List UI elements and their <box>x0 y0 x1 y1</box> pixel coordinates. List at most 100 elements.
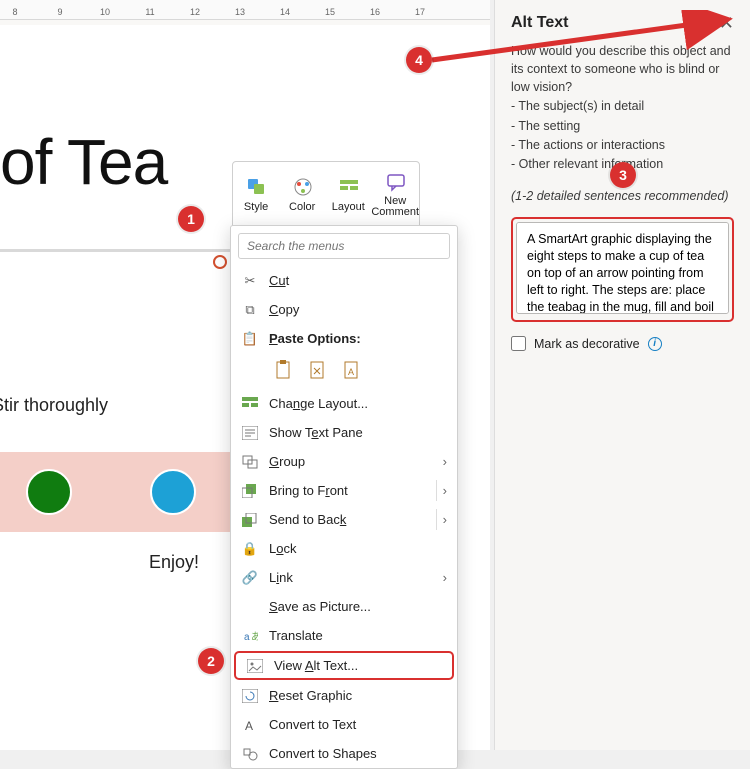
lock-label: Lock <box>269 541 447 556</box>
reset-label: Reset Graphic <box>269 688 447 703</box>
page-title: of Tea <box>0 125 167 199</box>
alt-text-textarea[interactable] <box>516 222 729 314</box>
mini-toolbar: Style Color Layout New Comment <box>232 161 420 229</box>
callout-3: 3 <box>610 162 636 188</box>
convert-shapes-label: Convert to Shapes <box>269 746 447 761</box>
callout-1: 1 <box>178 206 204 232</box>
ruler-num: 10 <box>100 7 110 17</box>
step-circle-green <box>26 469 72 515</box>
send-back-label: Send to Back <box>269 512 436 527</box>
layout-label: Layout <box>332 201 365 213</box>
svg-text:a: a <box>244 632 250 643</box>
heading-divider <box>0 249 230 252</box>
convert-to-shapes-item[interactable]: Convert to Shapes <box>231 739 457 768</box>
smartart-diagram[interactable]: Stir thoroughly Enjoy! <box>0 370 230 570</box>
paste-merge-button[interactable] <box>305 357 329 383</box>
svg-text:あ: あ <box>251 631 258 643</box>
submenu-arrow-icon: › <box>443 570 447 585</box>
send-to-back-item[interactable]: Send to Back › <box>231 505 457 534</box>
color-button[interactable]: Color <box>279 162 325 228</box>
convert-to-text-item[interactable]: A Convert to Text <box>231 710 457 739</box>
group-label: Group <box>269 454 443 469</box>
ruler-num: 13 <box>235 7 245 17</box>
annotation-arrow <box>418 10 738 70</box>
group-item[interactable]: Group › <box>231 447 457 476</box>
ruler-num: 11 <box>145 7 154 17</box>
alt-text-hint: (1-2 detailed sentences recommended) <box>511 187 734 205</box>
ruler-num: 16 <box>370 7 380 17</box>
copy-label: Copy <box>269 302 447 317</box>
translate-icon: aあ <box>241 627 259 645</box>
paste-text-only-button[interactable]: A <box>339 357 363 383</box>
cut-icon: ✂ <box>241 272 259 290</box>
translate-item[interactable]: aあ Translate <box>231 621 457 650</box>
save-as-picture-item[interactable]: Save as Picture... <box>231 592 457 621</box>
mark-decorative-row: Mark as decorative i <box>511 336 734 351</box>
alt-text-label: View Alt Text... <box>274 658 442 673</box>
style-button[interactable]: Style <box>233 162 279 228</box>
link-label: Link <box>269 570 443 585</box>
selection-handle[interactable] <box>213 255 227 269</box>
reset-graphic-item[interactable]: Reset Graphic <box>231 681 457 710</box>
link-item[interactable]: 🔗 Link › <box>231 563 457 592</box>
cut-item[interactable]: ✂ Cut <box>231 266 457 295</box>
change-layout-label: Change Layout... <box>269 396 447 411</box>
ruler-num: 12 <box>190 7 200 17</box>
paste-options-label: Paste Options: <box>269 331 447 346</box>
show-text-pane-label: Show Text Pane <box>269 425 447 440</box>
translate-label: Translate <box>269 628 447 643</box>
style-label: Style <box>244 201 268 213</box>
color-icon <box>292 177 312 197</box>
lock-icon: 🔒 <box>241 540 259 558</box>
bring-front-label: Bring to Front <box>269 483 436 498</box>
convert-shapes-icon <box>241 745 259 763</box>
layout-button[interactable]: Layout <box>325 162 371 228</box>
new-comment-icon <box>385 172 405 192</box>
show-text-pane-item[interactable]: Show Text Pane <box>231 418 457 447</box>
bring-to-front-item[interactable]: Bring to Front › <box>231 476 457 505</box>
save-picture-icon <box>241 598 259 616</box>
group-icon <box>241 453 259 471</box>
lock-item[interactable]: 🔒 Lock <box>231 534 457 563</box>
paste-icon: 📋 <box>241 330 259 348</box>
save-picture-label: Save as Picture... <box>269 599 447 614</box>
ruler-num: 9 <box>57 7 62 17</box>
submenu-arrow-icon[interactable]: › <box>436 480 453 501</box>
copy-item[interactable]: ⧉ Copy <box>231 295 457 324</box>
new-comment-label: New Comment <box>371 196 419 218</box>
menu-search-input[interactable] <box>238 233 450 259</box>
color-label: Color <box>289 201 315 213</box>
step-circle-blue <box>150 469 196 515</box>
change-layout-item[interactable]: Change Layout... <box>231 389 457 418</box>
ruler-num: 15 <box>325 7 335 17</box>
send-back-icon <box>241 511 259 529</box>
ruler-num: 8 <box>12 7 17 17</box>
bring-front-icon <box>241 482 259 500</box>
paste-options-row: A <box>231 353 457 389</box>
alt-bullet: - The setting <box>511 117 734 135</box>
layout-icon <box>338 177 358 197</box>
submenu-arrow-icon: › <box>443 454 447 469</box>
paste-keep-source-button[interactable] <box>271 357 295 383</box>
step-label-enjoy: Enjoy! <box>114 552 234 573</box>
alt-text-panel: Alt Text ✕ How would you describe this o… <box>494 0 750 750</box>
step-label-stir: Stir thoroughly <box>0 395 110 416</box>
view-alt-text-item[interactable]: View Alt Text... <box>234 651 454 680</box>
callout-4: 4 <box>406 47 432 73</box>
cut-label: Cut <box>269 273 447 288</box>
reset-icon <box>241 687 259 705</box>
text-pane-icon <box>241 424 259 442</box>
copy-icon: ⧉ <box>241 301 259 319</box>
info-icon[interactable]: i <box>648 337 662 351</box>
alt-bullet: - The actions or interactions <box>511 136 734 154</box>
convert-text-icon: A <box>241 716 259 734</box>
ruler: 8 9 10 11 12 13 14 15 16 17 <box>0 0 490 20</box>
mark-decorative-checkbox[interactable] <box>511 336 526 351</box>
context-menu: ✂ Cut ⧉ Copy 📋 Paste Options: A Change L… <box>230 225 458 769</box>
new-comment-button[interactable]: New Comment <box>371 162 419 228</box>
submenu-arrow-icon[interactable]: › <box>436 509 453 530</box>
alt-bullet: - The subject(s) in detail <box>511 97 734 115</box>
svg-text:A: A <box>348 367 354 377</box>
alt-text-icon <box>246 657 264 675</box>
ruler-num: 14 <box>280 7 290 17</box>
